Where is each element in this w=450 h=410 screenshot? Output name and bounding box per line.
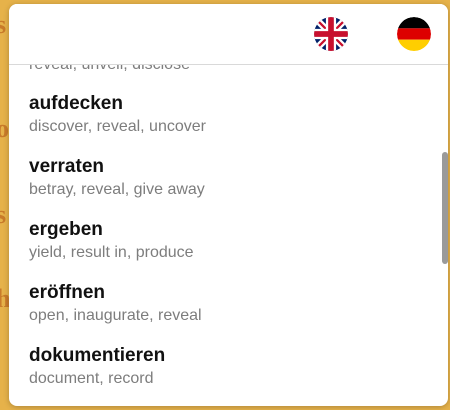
list-item[interactable]: verraten betray, reveal, give away [29,156,428,212]
popup-header [9,4,448,65]
scrollbar-thumb[interactable] [442,152,448,264]
translations: document, record [29,370,154,387]
list-item[interactable]: dokumentieren document, record [29,345,428,401]
results-list[interactable]: reveal, unveil, disclose aufdecken disco… [9,65,448,406]
background-glyph: s [0,10,7,39]
germany-flag-icon[interactable] [397,17,431,51]
translations: open, inaugurate, reveal [29,307,202,324]
partial-translation: reveal, unveil, disclose [29,65,190,75]
translations: discover, reveal, uncover [29,118,206,135]
word: ergeben [29,219,103,240]
word: verraten [29,156,104,177]
list-item[interactable]: aufdecken discover, reveal, uncover [29,93,428,149]
word: eröffnen [29,282,105,303]
background-glyph: o [0,114,9,143]
word: aufdecken [29,93,123,114]
word: dokumentieren [29,345,166,366]
translations: yield, result in, produce [29,244,194,261]
list-item[interactable]: eröffnen open, inaugurate, reveal [29,282,428,338]
background-glyph: s [0,200,7,229]
list-item[interactable]: ergeben yield, result in, produce [29,219,428,275]
uk-flag-icon[interactable] [314,17,348,51]
translation-popup: reveal, unveil, disclose aufdecken disco… [9,4,448,406]
translations: betray, reveal, give away [29,181,205,198]
